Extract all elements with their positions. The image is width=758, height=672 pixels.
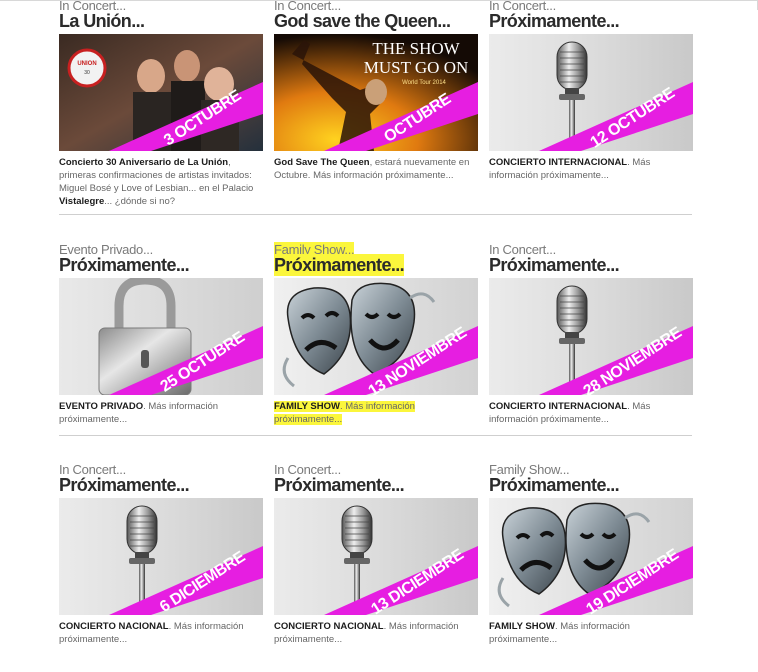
event-image-link[interactable]: 6 DICIEMBRE <box>59 498 263 615</box>
svg-text:30: 30 <box>84 70 90 76</box>
event-card: In Concert... Próximamente... 12 OCTUBRE CO… <box>489 0 693 208</box>
description-strong: CONCIERTO INTERNACIONAL <box>489 157 628 168</box>
event-image-link[interactable]: 28 NOVIEMBRE <box>489 278 693 395</box>
poster-line2: MUST GO ON <box>364 58 469 77</box>
description-strong: CONCIERTO INTERNACIONAL <box>489 401 628 412</box>
event-card: In Concert... La Unión... UNION 30 3 OCTUBRE… <box>59 0 263 208</box>
svg-text:UNION: UNION <box>77 61 96 67</box>
description-strong: EVENTO PRIVADO <box>59 401 144 412</box>
event-card: Family Show... Próximamente... 13 NOVIEMBR… <box>274 242 478 452</box>
event-image-link[interactable]: UNION 30 3 OCTUBRE <box>59 34 263 151</box>
row-separator <box>59 435 692 436</box>
event-card: In Concert... Próximamente... 28 NOVIEMBRE… <box>489 242 693 452</box>
padlock-icon: 25 OCTUBRE <box>59 278 263 395</box>
event-card: In Concert... Próximamente... 6 DICIEMBRE C… <box>59 462 263 672</box>
event-title[interactable]: God save the Queen... <box>274 10 451 32</box>
microphone-icon: 6 DICIEMBRE <box>59 498 263 615</box>
description-text: ... ¿dónde si no? <box>104 196 176 207</box>
description-strong: CONCIERTO NACIONAL <box>59 621 169 632</box>
microphone-icon: 13 DICIEMBRE <box>274 498 478 615</box>
poster-line1: THE SHOW <box>372 39 460 58</box>
event-title[interactable]: Próximamente... <box>274 474 405 496</box>
event-image-link[interactable]: 13 DICIEMBRE <box>274 498 478 615</box>
event-card: Evento Privado... Próximamente... 25 OCTUB… <box>59 242 263 452</box>
event-title[interactable]: Próximamente... <box>274 254 405 276</box>
event-description: FAMILY SHOW. Más información próximament… <box>489 620 693 646</box>
row-separator <box>59 214 692 215</box>
event-title[interactable]: Próximamente... <box>489 474 620 496</box>
event-card: Family Show... Próximamente... 19 DICIEMBR… <box>489 462 693 672</box>
event-description: CONCIERTO NACIONAL. Más información próx… <box>59 620 263 646</box>
event-title[interactable]: Próximamente... <box>59 474 190 496</box>
microphone-icon: 12 OCTUBRE <box>489 34 693 151</box>
event-card: In Concert... God save the Queen... THE SH… <box>274 0 478 208</box>
band-photo: UNION303 OCTUBRE <box>59 34 263 151</box>
event-description: CONCIERTO INTERNACIONAL. Más información… <box>489 156 693 182</box>
event-image-link[interactable]: 25 OCTUBRE <box>59 278 263 395</box>
event-image-link[interactable]: 12 OCTUBRE <box>489 34 693 151</box>
theater-masks-icon: 13 NOVIEMBRE <box>274 278 478 395</box>
description-strong: Vistalegre <box>59 196 105 207</box>
event-description: EVENTO PRIVADO. Más información próximam… <box>59 400 263 426</box>
event-title[interactable]: Próximamente... <box>489 254 620 276</box>
event-description: CONCIERTO INTERNACIONAL. Más información… <box>489 400 693 426</box>
event-description: FAMILY SHOW. Más información próximament… <box>274 400 478 426</box>
description-strong: Concierto 30 Aniversario de La Unión <box>59 157 229 168</box>
microphone-icon: 28 NOVIEMBRE <box>489 278 693 395</box>
poster-line3: World Tour 2014 <box>402 80 446 86</box>
event-title[interactable]: Próximamente... <box>489 10 620 32</box>
event-image-link[interactable]: 19 DICIEMBRE <box>489 498 693 615</box>
event-description: Concierto 30 Aniversario de La Unión, pr… <box>59 156 263 208</box>
event-description: CONCIERTO NACIONAL. Más información próx… <box>274 620 478 646</box>
event-card: In Concert... Próximamente... 13 DICIEMBRE… <box>274 462 478 672</box>
event-title[interactable]: Próximamente... <box>59 254 190 276</box>
event-image-link[interactable]: 13 NOVIEMBRE <box>274 278 478 395</box>
event-title[interactable]: La Unión... <box>59 10 145 32</box>
description-strong: God Save The Queen <box>274 157 370 168</box>
event-image-link[interactable]: THE SHOW MUST GO ON World Tour 2014 OCTUBRE <box>274 34 478 151</box>
description-strong: CONCIERTO NACIONAL <box>274 621 384 632</box>
show-poster: THE SHOWMUST GO ONWorld Tour 2014OCTUBRE <box>274 34 478 151</box>
theater-masks-icon: 19 DICIEMBRE <box>489 498 693 615</box>
description-strong: FAMILY SHOW <box>489 621 555 632</box>
event-description: God Save The Queen, estará nuevamente en… <box>274 156 478 182</box>
description-strong: FAMILY SHOW <box>274 401 340 412</box>
